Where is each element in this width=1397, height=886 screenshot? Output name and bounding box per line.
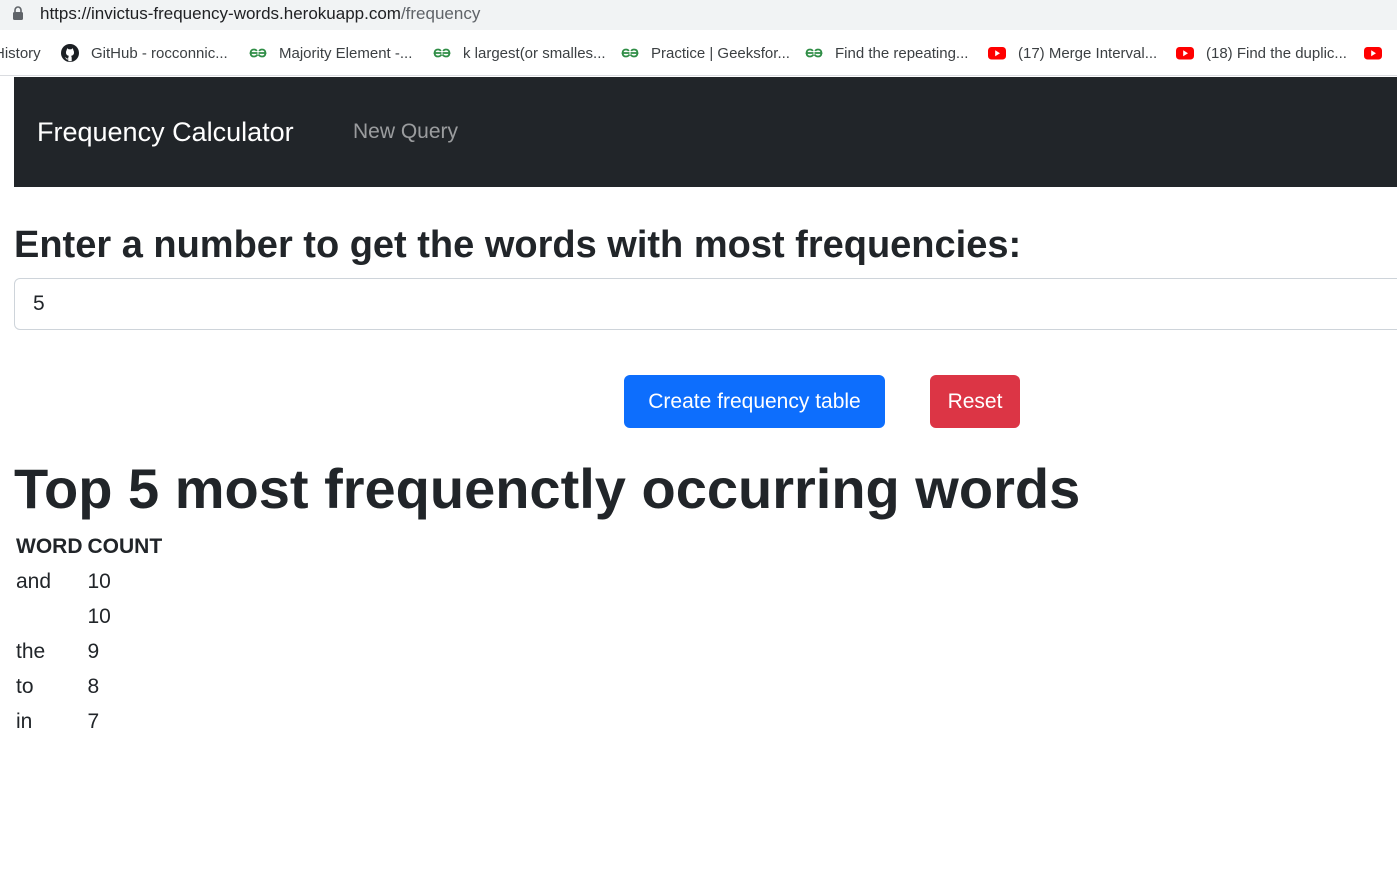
column-header-word: WORD	[16, 534, 83, 558]
youtube-icon	[1176, 47, 1194, 60]
bookmark-majority-element[interactable]: Majority Element -...	[249, 42, 412, 64]
number-input[interactable]	[14, 278, 1397, 330]
count-cell: 9	[87, 639, 100, 663]
lock-icon	[13, 6, 23, 20]
youtube-icon	[1364, 47, 1382, 60]
word-cell: to	[16, 674, 34, 698]
count-cell: 7	[87, 709, 100, 733]
bookmark-github[interactable]: GitHub - rocconnic...	[61, 42, 228, 64]
bookmark-history[interactable]: History	[0, 42, 41, 64]
bookmark-label: Majority Element -...	[279, 44, 413, 62]
bookmark-label: GitHub - rocconnic...	[91, 44, 228, 62]
url-host: https://invictus-frequency-words.herokua…	[40, 4, 401, 23]
word-cell	[14, 599, 86, 634]
bookmark-find-repeating[interactable]: Find the repeating...	[805, 42, 968, 64]
browser-address-bar[interactable]: https://invictus-frequency-words.herokua…	[0, 0, 1397, 30]
nav-link-new-query[interactable]: New Query	[353, 118, 458, 146]
geeksforgeeks-icon	[621, 48, 639, 58]
bookmark-youtube-truncated[interactable]	[1364, 42, 1394, 64]
geeksforgeeks-icon	[805, 48, 823, 58]
table-row: the 9	[14, 634, 165, 669]
count-cell: 8	[87, 674, 100, 698]
table-row: in 7	[14, 704, 165, 739]
table-row: to 8	[14, 669, 165, 704]
word-cell: the	[16, 639, 46, 663]
table-row: 10	[14, 599, 165, 634]
geeksforgeeks-icon	[249, 48, 267, 58]
count-cell: 10	[87, 604, 111, 628]
bookmark-find-duplicate[interactable]: (18) Find the duplic...	[1176, 42, 1347, 64]
url-path: /frequency	[400, 4, 481, 23]
github-icon	[61, 44, 79, 62]
navbar-brand[interactable]: Frequency Calculator	[37, 115, 294, 149]
bookmark-label: Find the repeating...	[835, 44, 969, 62]
bookmarks-bar: History GitHub - rocconnic... Majority E…	[0, 30, 1397, 76]
results-title: Top 5 most frequenctly occurring words	[14, 457, 1081, 520]
table-row: and 10	[14, 564, 165, 599]
bookmark-merge-intervals[interactable]: (17) Merge Interval...	[988, 42, 1157, 64]
bookmark-k-largest[interactable]: k largest(or smalles...	[433, 42, 606, 64]
bookmark-label: (17) Merge Interval...	[1018, 44, 1158, 62]
reset-button[interactable]: Reset	[930, 375, 1020, 428]
bookmark-label: Practice | Geeksfor...	[651, 44, 790, 62]
form-prompt-heading: Enter a number to get the words with mos…	[14, 224, 1022, 266]
word-cell: in	[16, 709, 33, 733]
bookmark-label: (18) Find the duplic...	[1206, 44, 1347, 62]
youtube-icon	[988, 47, 1006, 60]
bookmark-label: k largest(or smalles...	[463, 44, 606, 62]
column-header-count: COUNT	[87, 534, 163, 558]
frequency-table: WORD COUNT and 10 10 the 9 to 8 in 7	[14, 529, 165, 739]
geeksforgeeks-icon	[433, 48, 451, 58]
word-cell: and	[16, 569, 52, 593]
count-cell: 10	[87, 569, 111, 593]
bookmark-label: History	[0, 44, 41, 62]
table-header-row: WORD COUNT	[14, 529, 165, 564]
bookmark-practice-geeksforgeeks[interactable]: Practice | Geeksfor...	[621, 42, 790, 64]
navbar: Frequency Calculator New Query	[14, 77, 1397, 187]
url-text[interactable]: https://invictus-frequency-words.herokua…	[40, 4, 480, 24]
create-frequency-table-button[interactable]: Create frequency table	[624, 375, 885, 428]
